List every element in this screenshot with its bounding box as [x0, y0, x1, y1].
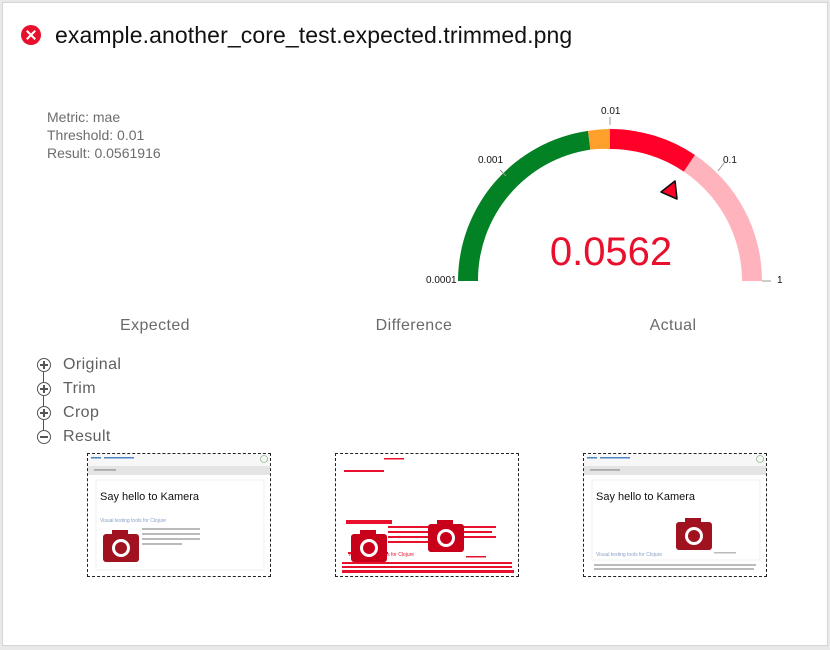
gauge-tick-label: 0.0001 — [426, 275, 457, 286]
step-label: Result — [63, 428, 111, 445]
thumb-subheading: Visual testing tools for Clojure — [596, 552, 662, 558]
metric-text: Metric: mae — [47, 109, 121, 125]
gauge-pointer — [660, 180, 678, 200]
metrics-panel: Metric: mae Threshold: 0.01 Result: 0.05… — [47, 108, 161, 162]
step-label: Original — [63, 356, 122, 373]
gauge-tick-label: 0.01 — [601, 106, 621, 117]
step-label: Crop — [63, 404, 100, 421]
column-label-expected: Expected — [120, 317, 190, 334]
result-text: Result: 0.0561916 — [47, 145, 161, 161]
step-result[interactable]: Result — [37, 425, 121, 449]
step-crop[interactable]: Crop — [37, 401, 121, 425]
report-header: example.another_core_test.expected.trimm… — [21, 21, 572, 49]
column-label-actual: Actual — [649, 317, 697, 334]
camera-icon — [351, 530, 387, 562]
thumb-heading: Say hello to Kamera — [100, 491, 200, 503]
step-label: Trim — [63, 380, 96, 397]
gauge-segment-warn — [588, 129, 610, 150]
camera-icon — [428, 520, 464, 552]
gauge-segment-far — [683, 155, 762, 281]
difference-image[interactable]: Visual testing tools for Clojure — [335, 453, 519, 577]
camera-icon — [103, 530, 139, 562]
expand-icon[interactable] — [37, 382, 51, 396]
score-gauge: 0.0001 0.001 0.01 0.1 1 0.0562 — [426, 106, 783, 286]
step-original[interactable]: Original — [37, 353, 121, 377]
gauge-segment-fail — [610, 129, 695, 172]
error-icon — [21, 25, 41, 45]
column-label-difference: Difference — [375, 317, 453, 334]
collapse-icon[interactable] — [37, 430, 51, 444]
thumb-subheading: Visual testing tools for Clojure — [100, 518, 166, 524]
actual-image[interactable]: Say hello to Kamera Visual testing tools… — [583, 453, 767, 577]
expected-image[interactable]: Say hello to Kamera Visual testing tools… — [87, 453, 271, 577]
expand-icon[interactable] — [37, 358, 51, 372]
gauge-value: 0.0562 — [550, 230, 672, 274]
gauge-tick-label: 0.1 — [723, 155, 737, 166]
gauge-tick-label: 1 — [777, 275, 783, 286]
expand-icon[interactable] — [37, 406, 51, 420]
step-trim[interactable]: Trim — [37, 377, 121, 401]
report-title: example.another_core_test.expected.trimm… — [55, 21, 573, 48]
camera-icon — [676, 518, 712, 550]
gauge-tick-label: 0.001 — [478, 155, 503, 166]
steps-list: Original Trim Crop Result — [37, 353, 121, 449]
thumb-heading: Say hello to Kamera — [596, 491, 696, 503]
threshold-text: Threshold: 0.01 — [47, 127, 145, 143]
report-card: example.another_core_test.expected.trimm… — [2, 2, 828, 646]
